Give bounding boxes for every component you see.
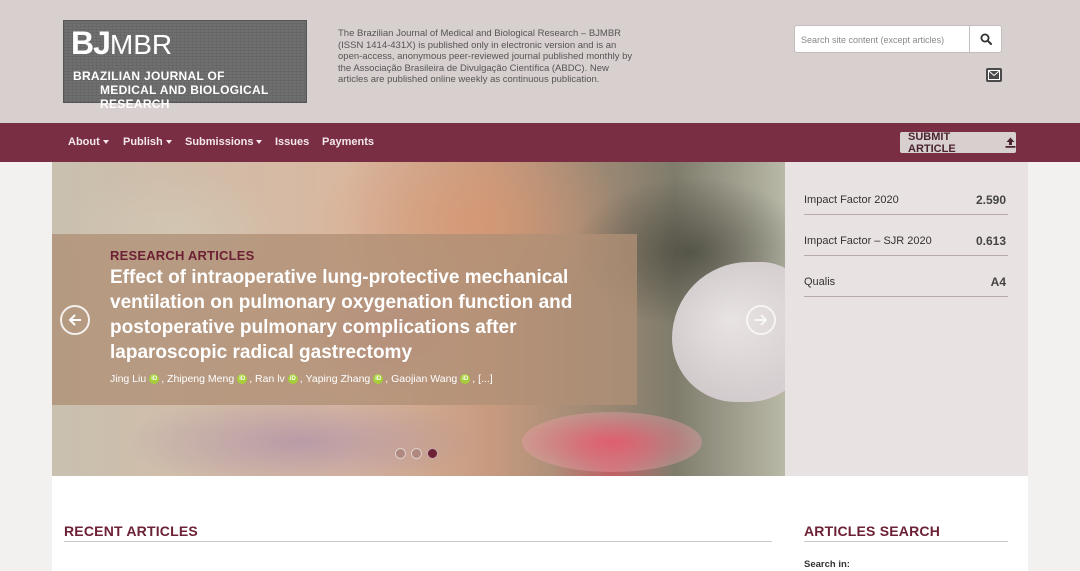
site-header: BJMBR BRAZILIAN JOURNAL OF MEDICAL AND B… — [0, 0, 1080, 123]
search-in-label: Search in: — [804, 559, 850, 570]
nav-item-payments[interactable]: Payments — [322, 136, 374, 148]
arrow-left-icon — [68, 314, 81, 326]
metric-value: 2.590 — [975, 193, 1006, 207]
logo-line-1: BRAZILIAN JOURNAL OF — [73, 69, 225, 83]
nav-item-publish[interactable]: Publish — [123, 136, 172, 148]
metric-value: 0.613 — [975, 234, 1006, 248]
recent-articles-heading: RECENT ARTICLES — [64, 523, 198, 539]
logo-mark: BJMBR — [71, 25, 173, 61]
author-link[interactable]: Ran lv — [255, 373, 285, 385]
metric-value: A4 — [990, 275, 1006, 289]
journal-description: The Brazilian Journal of Medical and Bio… — [338, 28, 633, 85]
search-icon — [980, 33, 992, 45]
arrow-right-icon — [755, 314, 768, 326]
author-link[interactable]: Gaojian Wang — [391, 373, 457, 385]
featured-article-title[interactable]: Effect of intraoperative lung-protective… — [110, 265, 610, 365]
carousel-prev-button[interactable] — [60, 305, 90, 335]
author-link[interactable]: Yaping Zhang — [306, 373, 371, 385]
submit-article-button[interactable]: SUBMIT ARTICLE — [900, 130, 1016, 155]
carousel-caption: RESEARCH ARTICLES Effect of intraoperati… — [52, 234, 637, 405]
journal-metrics-panel: Impact Factor 2020 2.590 Impact Factor –… — [785, 162, 1028, 476]
more-authors-link[interactable]: [...] — [478, 373, 493, 385]
metric-label: Impact Factor – SJR 2020 — [804, 235, 932, 247]
featured-carousel: RESEARCH ARTICLES Effect of intraoperati… — [52, 162, 785, 476]
journal-logo[interactable]: BJMBR BRAZILIAN JOURNAL OF MEDICAL AND B… — [63, 20, 307, 111]
site-search-input[interactable] — [801, 31, 965, 49]
caret-down-icon — [165, 140, 172, 145]
orcid-icon[interactable]: iD — [460, 374, 471, 384]
author-link[interactable]: Zhipeng Meng — [167, 373, 234, 385]
articles-search-heading: ARTICLES SEARCH — [804, 523, 941, 539]
background-photo-dish — [522, 412, 702, 472]
metric-label: Qualis — [804, 276, 836, 288]
submit-article-label: SUBMIT ARTICLE — [908, 130, 956, 155]
metric-label: Impact Factor 2020 — [804, 194, 899, 206]
carousel-dot[interactable] — [411, 448, 422, 459]
author-link[interactable]: Jing Liu — [110, 373, 146, 385]
orcid-icon[interactable]: iD — [149, 374, 160, 384]
metric-sjr: Impact Factor – SJR 2020 0.613 — [804, 215, 1008, 256]
orcid-icon[interactable]: iD — [287, 374, 298, 384]
nav-item-issues[interactable]: Issues — [275, 136, 309, 148]
carousel-next-button[interactable] — [746, 305, 776, 335]
logo-line-2: MEDICAL AND BIOLOGICAL RESEARCH — [100, 83, 269, 111]
carousel-dot-active[interactable] — [427, 448, 438, 459]
nav-item-submissions[interactable]: Submissions — [185, 136, 263, 148]
author-list: Jing Liu iD, Zhipeng Meng iD, Ran lv iD, Ya… — [110, 373, 493, 385]
upload-icon — [1005, 137, 1016, 148]
caret-down-icon — [256, 140, 263, 145]
orcid-icon[interactable]: iD — [237, 374, 248, 384]
search-button[interactable] — [969, 26, 1002, 52]
site-search — [794, 25, 1002, 53]
carousel-indicators — [395, 448, 438, 459]
nav-item-about[interactable]: About — [68, 136, 109, 148]
envelope-icon[interactable] — [986, 68, 1002, 82]
divider — [804, 541, 1008, 542]
carousel-dot[interactable] — [395, 448, 406, 459]
caret-down-icon — [102, 140, 109, 145]
article-category: RESEARCH ARTICLES — [110, 248, 255, 263]
divider — [64, 541, 772, 542]
metric-qualis: Qualis A4 — [804, 256, 1008, 297]
metric-impact-factor: Impact Factor 2020 2.590 — [804, 174, 1008, 215]
orcid-icon[interactable]: iD — [373, 374, 384, 384]
